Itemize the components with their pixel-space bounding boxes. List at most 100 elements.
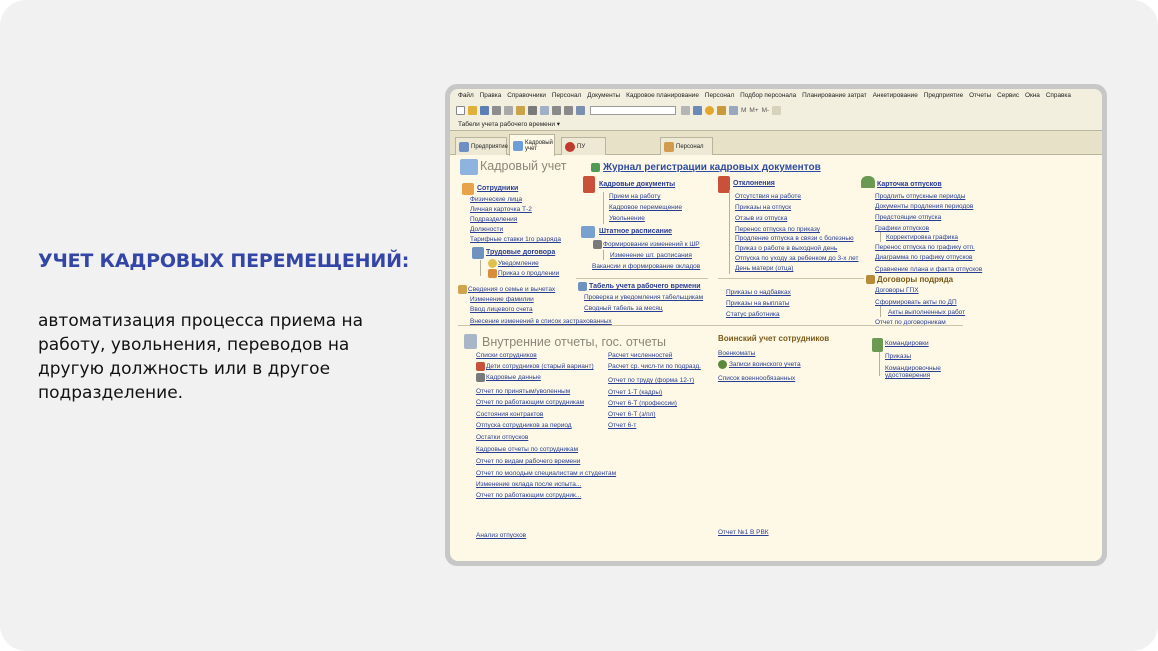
open-folder-icon[interactable] <box>468 106 477 115</box>
deviations-heading[interactable]: Отклонения <box>733 180 775 187</box>
deviation-link[interactable]: Приказы на отпуск <box>735 204 791 211</box>
hr-doc-link[interactable]: Увольнение <box>609 215 645 222</box>
rvk-report-link[interactable]: Отчет №1 В РВК <box>718 529 769 536</box>
tab-pu[interactable]: ПУ <box>561 137 606 155</box>
timesheet-link[interactable]: Сводный табель за месяц <box>584 305 663 312</box>
help-icon[interactable] <box>772 106 782 115</box>
report-link[interactable]: Кадровые данные <box>486 374 541 381</box>
changes-link[interactable]: Внесение изменений в список застрахованн… <box>470 318 612 325</box>
col1-link[interactable]: Физические лица <box>470 196 522 203</box>
deviation-link[interactable]: Продление отпуска в связи с болезнью <box>735 235 854 242</box>
contract-work-heading[interactable]: Договоры подряда <box>877 275 953 284</box>
employees-heading[interactable]: Сотрудники <box>477 185 518 192</box>
deviation-link[interactable]: Отпуска по уходу за ребенком до 3-х лет <box>735 255 859 262</box>
family-link[interactable]: Сведения о семье и вычетах <box>468 286 555 293</box>
report-link[interactable]: Отчет по принятым/уволенным <box>476 388 570 395</box>
gov-report-link[interactable]: Отчет по труду (форма 12-т) <box>608 377 694 384</box>
extension-link[interactable]: Приказ о продлении <box>498 270 559 277</box>
payment-orders-link[interactable]: Приказы на выплаты <box>726 300 789 307</box>
calculator-icon[interactable] <box>729 106 738 115</box>
military-link[interactable]: Список военнообязанных <box>718 375 795 382</box>
trips-link[interactable]: Командировочные удостоверения <box>885 365 947 379</box>
staff-link[interactable]: Вакансии и формирование окладов <box>592 263 700 270</box>
menu-item-surveys[interactable]: Анкетирование <box>873 92 918 99</box>
report-link[interactable]: Дети сотрудников (старый вариант) <box>486 363 594 370</box>
memory-button[interactable]: M <box>741 107 746 114</box>
report-link[interactable]: Состояния контрактов <box>476 411 543 418</box>
menu-item-personnel-2[interactable]: Персонал <box>705 92 734 99</box>
menu-item-help[interactable]: Справка <box>1046 92 1071 99</box>
undo-icon[interactable] <box>552 106 561 115</box>
gov-report-link[interactable]: Отчет 6-Т (профессии) <box>608 400 677 407</box>
menu-item-edit[interactable]: Правка <box>480 92 502 99</box>
vacation-link[interactable]: Продлить отпускные периоды <box>875 193 965 200</box>
menu-item-enterprise[interactable]: Предприятие <box>924 92 963 99</box>
family-sub-link[interactable]: Ввод лицевого счета <box>470 306 533 313</box>
report-link[interactable]: Отпуска сотрудников за период <box>476 422 572 429</box>
trips-link[interactable]: Приказы <box>885 353 911 360</box>
report-link[interactable]: Остатки отпусков <box>476 434 528 441</box>
search-input[interactable] <box>590 106 676 115</box>
labor-contracts-heading[interactable]: Трудовые договора <box>486 249 555 256</box>
print-icon[interactable] <box>528 106 537 115</box>
gov-report-link[interactable]: Расчет ср. числ-ти по подразд. <box>608 363 701 370</box>
hr-doc-link[interactable]: Прием на работу <box>609 193 661 200</box>
vacation-link[interactable]: Корректировка графика <box>886 234 958 241</box>
report-link[interactable]: Кадровые отчеты по сотрудникам <box>476 446 578 453</box>
deviation-link[interactable]: Приказ о работе в выходной день <box>735 245 837 252</box>
staff-link[interactable]: Изменение шт. расписания <box>610 252 692 259</box>
tab-hr[interactable]: Кадровый учет <box>509 134 555 156</box>
save-icon[interactable] <box>480 106 489 115</box>
col1-link[interactable]: Подразделения <box>470 216 517 223</box>
calendar-icon[interactable] <box>717 106 726 115</box>
vacation-link[interactable]: Графики отпусков <box>875 225 929 232</box>
col1-link[interactable]: Должности <box>470 226 503 233</box>
bonus-orders-link[interactable]: Приказы о надбавках <box>726 289 791 296</box>
memory-minus-button[interactable]: M- <box>762 107 770 114</box>
timesheet-link[interactable]: Проверка и уведомления табельщикам <box>584 294 703 301</box>
vacation-card-heading[interactable]: Карточка отпусков <box>877 181 942 188</box>
staff-link[interactable]: Формирование изменений к ШР <box>603 241 700 248</box>
deviation-link[interactable]: Перенос отпуска по приказу <box>735 226 820 233</box>
preview-icon[interactable] <box>540 106 549 115</box>
staff-schedule-heading[interactable]: Штатное расписание <box>599 228 672 235</box>
contract-link[interactable]: Договоры ГПХ <box>875 287 919 294</box>
journal-link[interactable]: Журнал регистрации кадровых документов <box>603 162 821 173</box>
timesheet-heading[interactable]: Табель учета рабочего времени <box>589 283 701 290</box>
gov-report-link[interactable]: Отчет 6-т <box>608 422 636 429</box>
gov-report-link[interactable]: Отчет 6-Т (з/пл) <box>608 411 656 418</box>
cut-icon[interactable] <box>492 106 501 115</box>
menu-item-service[interactable]: Сервис <box>997 92 1019 99</box>
timesheet-toolbar[interactable]: Табели учета рабочего времени ▾ <box>450 118 1102 131</box>
contract-link[interactable]: Сформировать акты по ДП <box>875 299 957 306</box>
menu-item-references[interactable]: Справочники <box>507 92 546 99</box>
menu-item-cost-planning[interactable]: Планирование затрат <box>802 92 867 99</box>
vacation-link[interactable]: Документы продления периодов <box>875 203 973 210</box>
vacation-link[interactable]: Сравнение плана и факта отпусков <box>875 266 982 273</box>
deviation-link[interactable]: Отзыв из отпуска <box>735 215 787 222</box>
report-link[interactable]: Отчет по молодым специалистам и студента… <box>476 470 616 477</box>
menu-item-reports[interactable]: Отчеты <box>969 92 991 99</box>
find-next-icon[interactable] <box>681 106 690 115</box>
family-sub-link[interactable]: Изменение фамилии <box>470 296 534 303</box>
tab-personnel[interactable]: Персонал <box>660 137 713 155</box>
menu-item-windows[interactable]: Окна <box>1025 92 1040 99</box>
vacation-analysis-link[interactable]: Анализ отпусков <box>476 532 526 539</box>
report-link[interactable]: Отчет по работающим сотрудник... <box>476 492 581 499</box>
notice-link[interactable]: Уведомление <box>498 260 539 267</box>
info-icon[interactable] <box>705 106 714 115</box>
redo-icon[interactable] <box>564 106 573 115</box>
menu-item-personnel[interactable]: Персонал <box>552 92 581 99</box>
report-link[interactable]: Отчет по работающим сотрудникам <box>476 399 584 406</box>
refresh-icon[interactable] <box>693 106 702 115</box>
deviation-link[interactable]: День матери (отца) <box>735 265 793 272</box>
memory-plus-button[interactable]: M+ <box>749 107 758 114</box>
search-icon[interactable] <box>576 106 585 115</box>
paste-icon[interactable] <box>516 106 525 115</box>
col1-link[interactable]: Личная карточка Т-2 <box>470 206 532 213</box>
contract-link[interactable]: Акты выполненных работ <box>888 309 965 316</box>
military-link[interactable]: Записи воинского учета <box>729 361 801 368</box>
new-document-icon[interactable] <box>456 106 465 115</box>
report-link[interactable]: Отчет по видам рабочего времени <box>476 458 580 465</box>
copy-icon[interactable] <box>504 106 513 115</box>
